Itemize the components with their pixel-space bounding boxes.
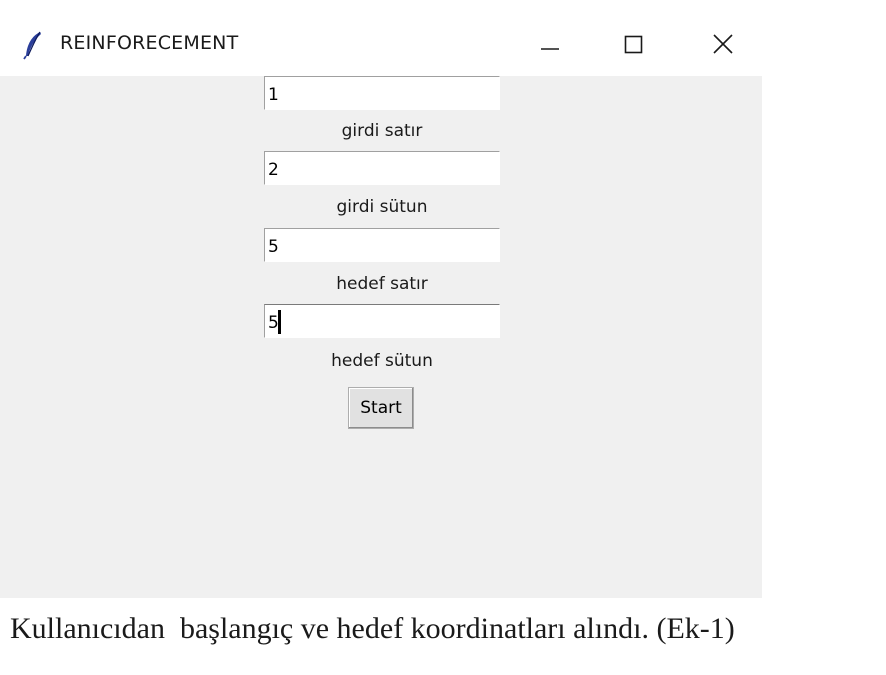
figure-caption: Kullanıcıdan başlangıç ve hedef koordina…: [10, 612, 735, 645]
start-button[interactable]: Start: [348, 387, 414, 429]
minimize-icon: [539, 33, 561, 55]
girdi-satir-label: girdi satır: [341, 121, 423, 141]
hedef-satir-input[interactable]: [264, 228, 500, 262]
maximize-icon: [623, 33, 645, 55]
window-client-area: girdi satır girdi sütun hedef satır hede…: [0, 76, 762, 598]
app-window: REINFORECEMENT 1 girdi satır 2 girdi süt…: [0, 0, 762, 598]
hedef-sutun-input[interactable]: [264, 304, 500, 338]
girdi-satir-input[interactable]: [264, 76, 500, 110]
girdi-sutun-label: girdi sütun: [336, 197, 428, 217]
hedef-sutun-label: hedef sütun: [331, 351, 433, 371]
title-bar[interactable]: REINFORECEMENT: [0, 0, 762, 76]
girdi-sutun-input[interactable]: [264, 151, 500, 185]
close-button[interactable]: [705, 26, 741, 62]
window-title: REINFORECEMENT: [60, 32, 239, 54]
maximize-button[interactable]: [616, 26, 652, 62]
minimize-button[interactable]: [532, 26, 568, 62]
feather-icon: [22, 30, 44, 60]
hedef-satir-label: hedef satır: [336, 274, 428, 294]
text-caret: [278, 310, 281, 334]
close-icon: [712, 33, 734, 55]
